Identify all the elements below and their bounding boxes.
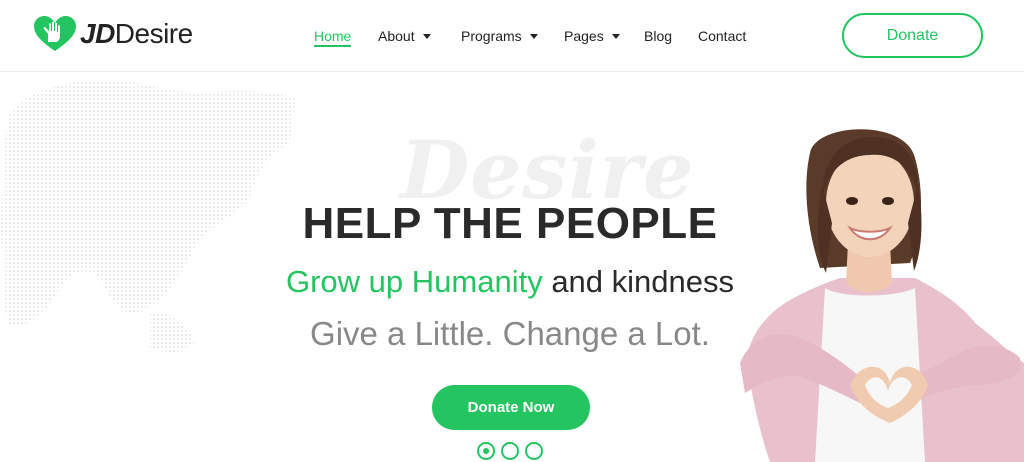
hero-subtitle: Grow up Humanity and kindness bbox=[220, 264, 800, 300]
slider-pagination bbox=[477, 442, 543, 460]
hero-slider: Desire HELP THE PEOPLE Grow up Humanity … bbox=[0, 73, 1024, 462]
nav-pages[interactable]: Pages bbox=[564, 24, 620, 48]
logo-text: JDDesire bbox=[80, 14, 193, 54]
nav-home-label: Home bbox=[314, 28, 352, 44]
nav-programs-label: Programs bbox=[461, 28, 522, 44]
hero-subtitle-rest: and kindness bbox=[542, 264, 735, 299]
header-donate-button[interactable]: Donate bbox=[842, 13, 983, 58]
logo-text-desire: Desire bbox=[114, 18, 193, 49]
site-header: JDDesire Home About Programs Pages Blog bbox=[0, 0, 1024, 72]
hero-subtitle-highlight: Grow up Humanity bbox=[285, 264, 543, 299]
caret-down-icon bbox=[422, 33, 431, 39]
nav-active-underline bbox=[314, 45, 352, 47]
nav-blog-label: Blog bbox=[644, 28, 673, 44]
slide-dot-3[interactable] bbox=[525, 442, 543, 460]
hero-tagline: Give a Little. Change a Lot. bbox=[310, 315, 710, 352]
caret-down-icon bbox=[611, 33, 620, 39]
nav-home[interactable]: Home bbox=[314, 24, 352, 48]
donate-now-button[interactable]: Donate Now bbox=[432, 385, 590, 430]
nav-about-label: About bbox=[378, 28, 415, 44]
nav-about[interactable]: About bbox=[378, 24, 431, 48]
nav-pages-label: Pages bbox=[564, 28, 604, 44]
nav-contact[interactable]: Contact bbox=[698, 24, 746, 48]
nav-contact-label: Contact bbox=[698, 28, 747, 44]
caret-down-icon bbox=[529, 33, 538, 39]
slide-dot-1[interactable] bbox=[477, 442, 495, 460]
hero-title: HELP THE PEOPLE bbox=[302, 199, 718, 248]
logo[interactable]: JDDesire bbox=[32, 14, 193, 54]
logo-text-jd: JD bbox=[80, 18, 115, 49]
slide-dot-2[interactable] bbox=[501, 442, 519, 460]
page: JDDesire Home About Programs Pages Blog bbox=[0, 0, 1024, 462]
girl-heart-hands-photo bbox=[740, 129, 1024, 462]
nav-programs[interactable]: Programs bbox=[461, 24, 538, 48]
heart-hand-icon bbox=[34, 16, 76, 51]
nav-blog[interactable]: Blog bbox=[644, 24, 672, 48]
